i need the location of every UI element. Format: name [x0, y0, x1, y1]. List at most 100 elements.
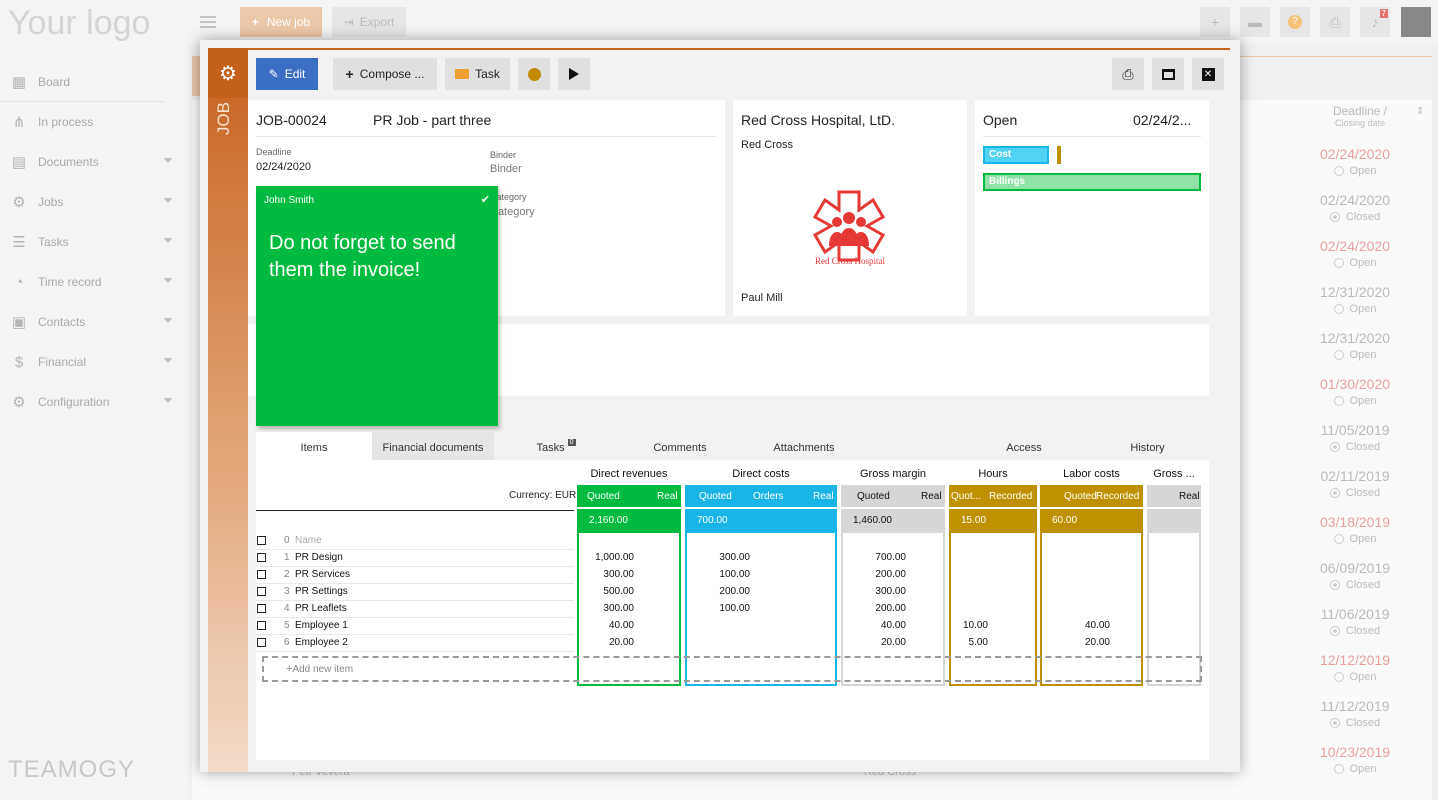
- item-name[interactable]: PR Settings: [295, 586, 348, 597]
- list-item[interactable]: 03/18/2019 Open: [1300, 514, 1410, 545]
- job-side-label: JOB: [214, 102, 233, 136]
- deadline-label: Deadline: [256, 147, 292, 157]
- sidebar-item-label: Configuration: [38, 395, 110, 409]
- item-name[interactable]: Employee 1: [295, 620, 348, 631]
- row-checkbox[interactable]: [257, 536, 266, 545]
- list-item[interactable]: 06/09/2019 Closed: [1300, 560, 1410, 591]
- tab-tasks[interactable]: Tasks 0: [494, 432, 618, 460]
- chevron-down-icon[interactable]: [164, 358, 172, 363]
- tab-financial-documents[interactable]: Financial documents: [372, 432, 494, 460]
- row-checkbox[interactable]: [257, 604, 266, 613]
- new-job-button[interactable]: + New job: [240, 7, 322, 37]
- item-name[interactable]: PR Design: [295, 552, 343, 563]
- sidebar-menu: ▦ Board ⋔ In process ▤ Documents ⚙ Jobs ☰ Tasks ◔ T…: [0, 62, 188, 422]
- deadline-date: 11/05/2019: [1320, 422, 1390, 438]
- sidebar-item-time-record[interactable]: ◔ Time record: [0, 262, 188, 302]
- print-button[interactable]: ⎙: [1112, 58, 1144, 90]
- open-radio-icon: [1333, 166, 1344, 176]
- status-text: Closed: [1345, 487, 1381, 499]
- sidebar-item-financial[interactable]: $ Financial: [0, 342, 188, 382]
- item-name[interactable]: PR Leaflets: [295, 603, 347, 614]
- close-button[interactable]: ✕: [1192, 58, 1224, 90]
- list-item[interactable]: 02/11/2019 Closed: [1300, 468, 1410, 499]
- chat-icon[interactable]: ▬: [1240, 7, 1270, 37]
- sidebar-item-documents[interactable]: ▤ Documents: [0, 142, 188, 182]
- item-name[interactable]: PR Services: [295, 569, 350, 580]
- list-item[interactable]: 11/12/2019 Closed: [1300, 698, 1410, 729]
- cell-gm: 700.00: [875, 552, 906, 563]
- item-name[interactable]: Employee 2: [295, 637, 348, 648]
- cell-gm: 300.00: [875, 586, 906, 597]
- status-text: Closed: [1345, 625, 1381, 637]
- check-icon[interactable]: ✔: [481, 193, 490, 206]
- chevron-down-icon[interactable]: [164, 318, 172, 323]
- tab-comments[interactable]: Comments: [618, 432, 742, 460]
- chevron-down-icon[interactable]: [164, 158, 172, 163]
- deadline-date: 12/31/2020: [1319, 284, 1391, 300]
- row-checkbox[interactable]: [257, 621, 266, 630]
- chevron-down-icon[interactable]: [164, 278, 172, 283]
- task-button[interactable]: Task: [445, 58, 510, 90]
- play-button[interactable]: [558, 58, 590, 90]
- list-item[interactable]: 12/31/2020 Open: [1300, 330, 1410, 361]
- sticky-note[interactable]: John Smith ✔ Do not forget to send them …: [256, 186, 498, 426]
- section-total: 15.00: [949, 509, 1037, 531]
- cell-hours: 5.00: [968, 637, 988, 648]
- sidebar-item-configuration[interactable]: ⚙ Configuration: [0, 382, 188, 422]
- tab-access[interactable]: Access: [962, 432, 1086, 460]
- list-item[interactable]: 02/24/2020 Closed: [1300, 192, 1410, 223]
- deadline-date: 02/24/2020: [1319, 238, 1391, 254]
- chevron-down-icon[interactable]: [164, 198, 172, 203]
- sidebar-item-board[interactable]: ▦ Board: [0, 62, 164, 102]
- list-item[interactable]: 02/24/2020 Open: [1300, 238, 1410, 269]
- sidebar-item-label: Tasks: [38, 235, 69, 249]
- timer-button[interactable]: [518, 58, 550, 90]
- row-checkbox[interactable]: [257, 638, 266, 647]
- tab-items[interactable]: Items: [256, 432, 372, 460]
- list-item[interactable]: 12/12/2019 Open: [1300, 652, 1410, 683]
- sidebar-item-jobs[interactable]: ⚙ Jobs: [0, 182, 188, 222]
- binder-value[interactable]: Binder: [490, 163, 522, 175]
- list-item[interactable]: 11/05/2019 Closed: [1300, 422, 1410, 453]
- list-item[interactable]: 01/30/2020 Open: [1300, 376, 1410, 407]
- sidebar-item-in-process[interactable]: ⋔ In process: [0, 102, 188, 142]
- contact-person[interactable]: Paul Mill: [741, 292, 783, 304]
- sidebar-item-tasks[interactable]: ☰ Tasks: [0, 222, 188, 262]
- print-icon[interactable]: ⎙: [1320, 7, 1350, 37]
- closed-radio-icon: [1329, 718, 1340, 728]
- notification-bell-icon[interactable]: ♪ 7: [1360, 7, 1390, 37]
- tab-history[interactable]: History: [1086, 432, 1209, 460]
- hamburger-menu-icon[interactable]: [200, 16, 216, 28]
- tab-attachments[interactable]: Attachments: [742, 432, 866, 460]
- deadline-date: 02/11/2019: [1320, 468, 1390, 484]
- chevron-down-icon[interactable]: [164, 398, 172, 403]
- list-item[interactable]: 11/06/2019 Closed: [1300, 606, 1410, 637]
- subheader-label: Real: [813, 490, 834, 502]
- chevron-down-icon[interactable]: [164, 238, 172, 243]
- export-button[interactable]: ⇥ Export: [332, 7, 406, 37]
- compose-button[interactable]: + Compose ...: [333, 58, 437, 90]
- pencil-icon: ✎: [268, 67, 279, 81]
- maximize-button[interactable]: [1152, 58, 1184, 90]
- status-text: Open: [1349, 303, 1377, 315]
- list-item[interactable]: 02/24/2020 Open: [1300, 146, 1410, 177]
- edit-button[interactable]: ✎ Edit: [256, 58, 318, 90]
- row-checkbox[interactable]: [257, 587, 266, 596]
- row-checkbox[interactable]: [257, 553, 266, 562]
- list-item[interactable]: 10/23/2019 Open: [1300, 744, 1410, 775]
- deadline-column-header[interactable]: Deadline / Closing date: [1300, 104, 1420, 128]
- name-placeholder[interactable]: Name: [295, 535, 322, 546]
- list-item[interactable]: 12/31/2020 Open: [1300, 284, 1410, 315]
- section-title: Hours: [978, 468, 1008, 480]
- add-new-item-button[interactable]: + Add new item: [262, 656, 1202, 682]
- avatar[interactable]: [1401, 7, 1431, 37]
- sidebar-item-contacts[interactable]: ▣ Contacts: [0, 302, 188, 342]
- row-checkbox[interactable]: [257, 570, 266, 579]
- gear-icon: ⚙: [12, 394, 26, 411]
- sort-icon[interactable]: ⇕: [1416, 106, 1424, 117]
- client-name[interactable]: Red Cross Hospital, LtD.: [741, 112, 895, 128]
- task-icon: [455, 69, 470, 79]
- add-icon[interactable]: +: [1200, 7, 1230, 37]
- help-icon[interactable]: ?: [1280, 7, 1310, 37]
- open-radio-icon: [1333, 258, 1344, 268]
